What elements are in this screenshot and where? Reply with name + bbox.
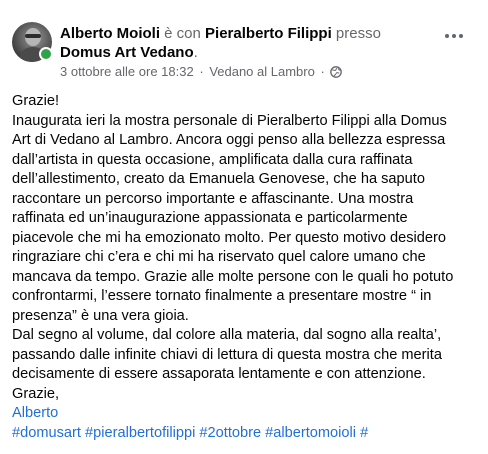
author-name[interactable]: Alberto Moioli — [60, 25, 160, 42]
post-line: decisamente di essere assaporata lentame… — [12, 366, 426, 382]
place-name[interactable]: Domus Art Vedano — [60, 44, 194, 61]
post-line: raffinata ed un’inaugurazione appassiona… — [12, 210, 408, 226]
post-header: Alberto Moioli è con Pieralberto Filippi… — [60, 24, 420, 62]
tagged-person[interactable]: Pieralberto Filippi — [205, 25, 332, 42]
signature-link[interactable]: Alberto — [12, 404, 480, 424]
post-line: presenza” è una vera gioia. — [12, 307, 189, 324]
connector-at: presso — [335, 25, 381, 42]
hashtag-list: #domusart #pieralbertofilippi #2ottobre … — [12, 424, 480, 444]
hashtag-link[interactable]: #domusart — [12, 425, 81, 441]
post-line: raccontare un percorso importante e affa… — [12, 190, 414, 207]
globe-icon[interactable] — [330, 66, 343, 82]
more-options-icon[interactable] — [440, 26, 468, 46]
post-line: dell’allestimento, creato da Emanuela Ge… — [12, 171, 425, 187]
author-avatar[interactable] — [12, 22, 53, 62]
hashtag-link[interactable]: # — [360, 425, 368, 441]
hashtag-link[interactable]: #pieralbertofilippi — [85, 425, 195, 441]
post-line: dall’artista in questa occasione, amplif… — [12, 151, 413, 168]
post-line: Inaugurata ieri la mostra personale di P… — [12, 112, 447, 129]
post-location[interactable]: Vedano al Lambro — [209, 64, 315, 79]
dot — [459, 34, 463, 38]
place-suffix: . — [193, 44, 198, 61]
post-line: passando dalle infinite chiavi di lettur… — [12, 346, 442, 363]
connector-with: è con — [164, 25, 201, 42]
meta-separator: · — [199, 64, 204, 79]
post-line: Grazie, — [12, 385, 60, 402]
post-line: confrontarmi, l’essere tornato finalment… — [12, 288, 432, 304]
post-timestamp[interactable]: 3 ottobre alle ore 18:32 — [60, 64, 194, 79]
meta-separator: · — [320, 64, 325, 79]
facebook-post: Alberto Moioli è con Pieralberto Filippi… — [0, 0, 488, 454]
post-line: mancava da tempo. Grazie alle molte pers… — [12, 268, 454, 285]
post-line: Grazie! — [12, 93, 60, 109]
dot — [445, 34, 449, 38]
post-line: Art di Vedano al Lambro. Ancora oggi pen… — [12, 132, 446, 148]
post-line: piacevole che mi ha emozionato molto. Pe… — [12, 229, 446, 246]
online-status-dot — [39, 47, 53, 61]
hashtag-link[interactable]: #2ottobre — [199, 425, 261, 441]
post-meta: 3 ottobre alle ore 18:32 · Vedano al Lam… — [60, 64, 343, 82]
post-body: Grazie! Inaugurata ieri la mostra person… — [12, 92, 480, 443]
hashtag-link[interactable]: #albertomoioli — [265, 425, 356, 441]
post-line: ringraziare chi c’era e chi mi ha riserv… — [12, 249, 426, 265]
post-line: Dal segno al volume, dal colore alla mat… — [12, 327, 442, 343]
dot — [452, 34, 456, 38]
